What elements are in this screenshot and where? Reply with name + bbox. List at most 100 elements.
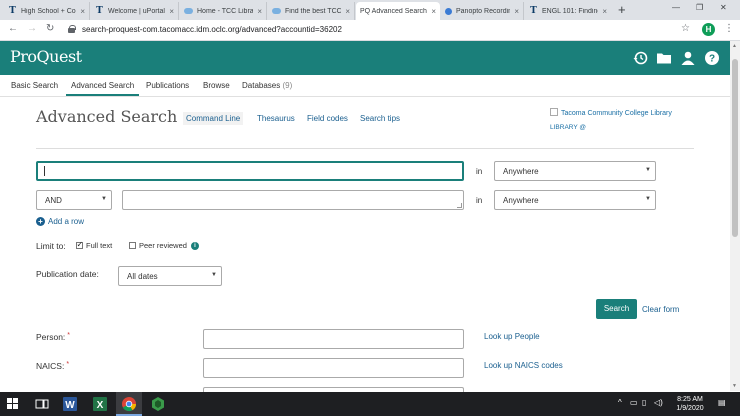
browser-tab-find-best[interactable]: Find the best TCC × bbox=[268, 2, 355, 20]
field-select-value: Anywhere bbox=[503, 196, 539, 205]
resize-handle[interactable] bbox=[457, 203, 462, 208]
scroll-down-icon[interactable]: ▼ bbox=[732, 383, 737, 389]
maximize-icon[interactable]: ❐ bbox=[696, 3, 703, 12]
dropdown-arrow-icon: ▼ bbox=[211, 272, 217, 278]
scrollbar-thumb[interactable] bbox=[732, 59, 738, 237]
network-icon[interactable]: ▭ bbox=[630, 398, 638, 407]
chrome-taskbar-item[interactable] bbox=[116, 392, 142, 416]
system-clock[interactable]: 8:25 AM 1/9/2020 bbox=[668, 395, 712, 413]
close-icon[interactable]: × bbox=[80, 7, 85, 16]
tab-favicon-icon: T bbox=[9, 6, 16, 16]
new-tab-button[interactable]: + bbox=[618, 2, 626, 18]
nav-advanced-search[interactable]: Advanced Search bbox=[66, 81, 140, 96]
checkbox-checked[interactable] bbox=[76, 240, 83, 249]
full-text-checkbox[interactable]: Full text bbox=[76, 240, 113, 250]
excel-icon[interactable]: X bbox=[92, 396, 108, 412]
profile-avatar[interactable]: H bbox=[702, 23, 715, 36]
svg-text:X: X bbox=[97, 400, 104, 411]
info-icon[interactable]: i bbox=[190, 241, 199, 250]
help-icon[interactable]: ? bbox=[704, 50, 720, 66]
peer-reviewed-checkbox[interactable]: Peer reviewed i bbox=[129, 241, 199, 250]
required-mark: * bbox=[66, 361, 70, 368]
library-logo[interactable]: Tacoma Community College Library LIBRARY… bbox=[550, 108, 680, 133]
dropdown-arrow-icon: ▼ bbox=[645, 196, 651, 202]
browser-tab-panopto[interactable]: Panopto Recordings × bbox=[441, 2, 524, 20]
close-icon[interactable]: × bbox=[169, 7, 174, 16]
operator-value: AND bbox=[45, 196, 62, 205]
minimize-icon[interactable]: — bbox=[672, 3, 680, 12]
boolean-operator-select[interactable]: AND ▼ bbox=[36, 190, 112, 210]
command-line-link[interactable]: Command Line bbox=[183, 112, 244, 125]
close-icon[interactable]: × bbox=[345, 7, 350, 16]
nav-databases-label: Databases bbox=[242, 81, 281, 90]
close-icon[interactable]: × bbox=[431, 7, 436, 16]
clock-date: 1/9/2020 bbox=[676, 405, 704, 412]
close-icon[interactable]: × bbox=[602, 7, 607, 16]
notifications-icon[interactable]: ▤ bbox=[718, 398, 726, 407]
text-caret bbox=[44, 166, 45, 176]
clear-form-link[interactable]: Clear form bbox=[642, 305, 679, 314]
reload-icon[interactable]: ↻ bbox=[46, 23, 54, 34]
search-field-select-1[interactable]: Anywhere ▼ bbox=[494, 161, 656, 181]
search-tips-link[interactable]: Search tips bbox=[360, 114, 400, 123]
cloud-favicon-icon bbox=[184, 8, 193, 14]
person-input[interactable] bbox=[203, 329, 464, 349]
limit-to-label: Limit to: bbox=[36, 241, 66, 251]
in-label: in bbox=[476, 196, 483, 205]
page-scrollbar[interactable]: ▲ ▼ bbox=[730, 41, 740, 391]
search-field-select-2[interactable]: Anywhere ▼ bbox=[494, 190, 656, 210]
browser-tab-engl101[interactable]: T ENGL 101: Finding × bbox=[525, 2, 611, 20]
back-icon[interactable]: ← bbox=[8, 23, 18, 34]
window-close-icon[interactable]: ✕ bbox=[720, 3, 727, 12]
browser-tab-high-school[interactable]: T High School + Colle × bbox=[4, 2, 90, 20]
browser-tab-tcc-library[interactable]: Home - TCC Library × bbox=[180, 2, 267, 20]
task-view-icon[interactable] bbox=[34, 396, 50, 412]
naics-input[interactable] bbox=[203, 358, 464, 378]
proquest-logo[interactable]: ProQuest bbox=[10, 47, 82, 66]
scroll-up-icon[interactable]: ▲ bbox=[732, 43, 737, 49]
battery-icon[interactable]: ▯ bbox=[642, 398, 646, 407]
search-term-input-1[interactable] bbox=[36, 161, 464, 181]
main-nav: Basic Search Advanced Search Publication… bbox=[0, 75, 730, 97]
clock-time: 8:25 AM bbox=[677, 396, 703, 403]
field-codes-link[interactable]: Field codes bbox=[307, 114, 348, 123]
word-icon[interactable]: W bbox=[62, 396, 78, 412]
cloud-favicon-icon bbox=[272, 8, 281, 14]
app-hexagon-icon[interactable] bbox=[150, 396, 166, 412]
volume-icon[interactable]: ◁) bbox=[654, 398, 663, 407]
publication-date-select[interactable]: All dates ▼ bbox=[118, 266, 222, 286]
nav-databases[interactable]: Databases (9) bbox=[242, 81, 292, 90]
close-icon[interactable]: × bbox=[514, 7, 519, 16]
windows-start-icon[interactable] bbox=[7, 398, 19, 410]
nav-publications[interactable]: Publications bbox=[146, 81, 189, 90]
look-up-naics-link[interactable]: Look up NAICS codes bbox=[484, 361, 563, 370]
tab-favicon-icon: T bbox=[530, 6, 537, 16]
search-term-input-2[interactable] bbox=[122, 190, 464, 210]
tray-chevron-icon[interactable]: ^ bbox=[618, 398, 622, 407]
nav-browse[interactable]: Browse bbox=[203, 81, 230, 90]
checkbox-unchecked[interactable] bbox=[129, 242, 136, 249]
user-icon[interactable] bbox=[680, 50, 696, 66]
add-row-link[interactable]: + Add a row bbox=[36, 217, 84, 226]
browser-tab-uportal[interactable]: T Welcome | uPortal × bbox=[91, 2, 179, 20]
add-row-label: Add a row bbox=[48, 217, 85, 226]
look-up-people-link[interactable]: Look up People bbox=[484, 332, 540, 341]
page-title: Advanced Search bbox=[36, 107, 178, 126]
browser-tab-strip: T High School + Colle × T Welcome | uPor… bbox=[0, 0, 740, 20]
bookmark-star-icon[interactable]: ☆ bbox=[681, 23, 690, 34]
tab-favicon-icon: T bbox=[96, 6, 103, 16]
folder-icon[interactable] bbox=[656, 50, 672, 66]
full-text-label: Full text bbox=[86, 241, 113, 250]
forward-icon[interactable]: → bbox=[27, 23, 37, 34]
history-icon[interactable] bbox=[632, 50, 648, 66]
nav-basic-search[interactable]: Basic Search bbox=[11, 81, 58, 90]
browser-tab-proquest[interactable]: PQ Advanced Search × bbox=[356, 2, 440, 20]
close-icon[interactable]: × bbox=[257, 7, 262, 16]
thesaurus-link[interactable]: Thesaurus bbox=[257, 114, 295, 123]
required-mark: * bbox=[67, 332, 71, 339]
search-button[interactable]: Search bbox=[596, 299, 637, 319]
url-text[interactable]: search-proquest-com.tacomacc.idm.oclc.or… bbox=[82, 25, 342, 34]
panopto-favicon-icon bbox=[445, 7, 452, 15]
browser-menu-icon[interactable]: ⋮ bbox=[724, 23, 734, 34]
dropdown-arrow-icon: ▼ bbox=[101, 196, 107, 202]
